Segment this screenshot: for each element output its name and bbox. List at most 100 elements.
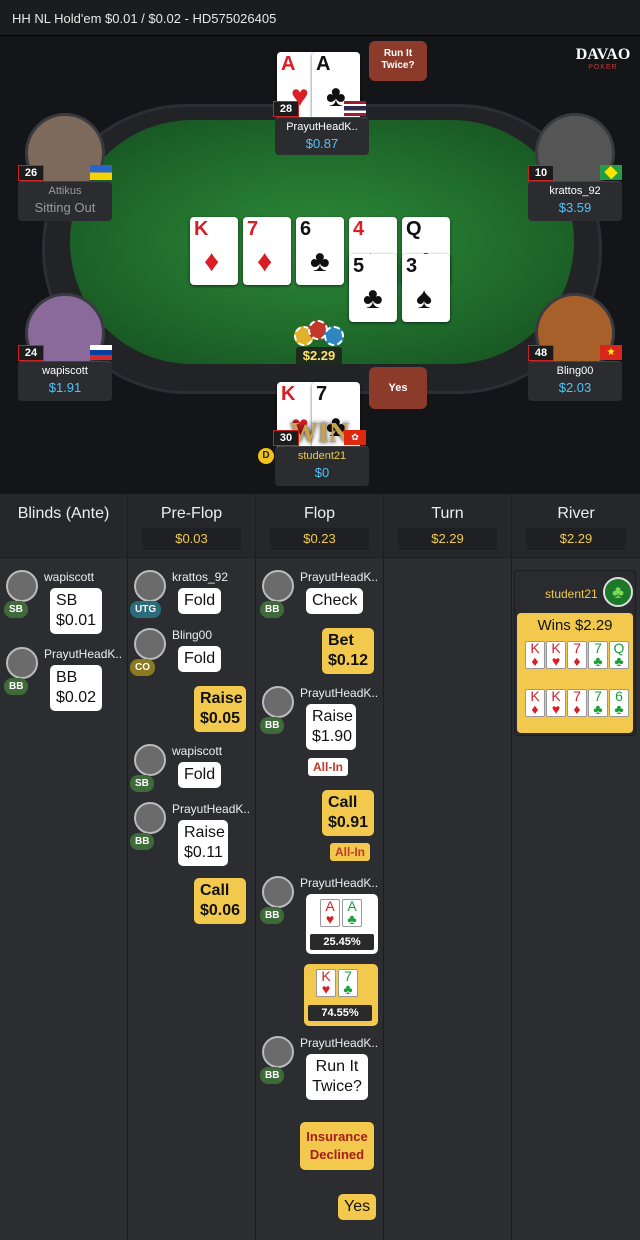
player-plate-bling[interactable]: Bling00 $2.03 <box>528 361 622 401</box>
history-avatar <box>134 802 166 834</box>
player-plate-student[interactable]: student21 $0 <box>275 446 369 486</box>
hero-action-bubble: Call $0.91 <box>322 790 374 836</box>
history-avatar <box>262 876 294 908</box>
mini-card-ace-hearts: A ♥ <box>320 899 340 927</box>
slovenia-flag-icon <box>90 345 112 360</box>
level-badge-wapiscott: 24 <box>18 345 44 361</box>
history-avatar <box>6 570 38 602</box>
history-player-name: Bling00 <box>172 628 213 642</box>
all-in-tag: All-In <box>308 758 348 776</box>
history-avatar <box>262 1036 294 1068</box>
wins-amount: Wins $2.29 <box>537 617 613 634</box>
all-in-tag: All-In <box>330 843 370 861</box>
action-bubble: Fold <box>178 588 222 614</box>
mini-card-seven-clubs: 7 ♣ <box>338 969 358 997</box>
level-badge-prayut: 28 <box>273 101 299 117</box>
hero-yes-bubble: Yes <box>338 1194 377 1220</box>
winner-name: student21 <box>545 587 598 601</box>
action-bubble: BB $0.02 <box>50 665 102 711</box>
mini-card: K ♥ <box>546 689 566 717</box>
position-badge: SB <box>4 601 28 618</box>
vietnam-flag-icon: ★ <box>600 345 622 360</box>
history-player-name: PrayutHeadK.. <box>300 686 379 700</box>
player-plate-attikus[interactable]: Attikus Sitting Out <box>18 181 112 221</box>
column-pot: $0.23 <box>270 528 369 550</box>
level-badge-attikus: 26 <box>18 165 44 181</box>
position-badge: CO <box>130 659 155 676</box>
position-badge: BB <box>260 601 285 618</box>
player-plate-prayut[interactable]: PrayutHeadK.. $0.87 <box>275 117 369 155</box>
mini-card: K ♦ <box>525 689 545 717</box>
position-badge: BB <box>260 907 285 924</box>
action-bubble: Check <box>306 588 364 614</box>
column-pot: $0.03 <box>142 528 241 550</box>
position-badge: BB <box>260 1067 285 1084</box>
player-status: Sitting Out <box>34 200 96 215</box>
history-player-name: PrayutHeadK.. <box>300 570 379 584</box>
history-player-name: PrayutHeadK.. <box>172 802 251 816</box>
history-player-name: wapiscott <box>44 570 95 584</box>
position-badge: UTG <box>130 601 162 618</box>
level-badge-krattos: 10 <box>528 165 554 181</box>
thailand-flag-icon <box>344 101 366 116</box>
history-avatar <box>134 628 166 660</box>
equity-percent: 74.55% <box>308 1005 372 1021</box>
run-it-twice-bubble: Run It Twice? <box>369 41 427 81</box>
history-player-name: krattos_92 <box>172 570 229 584</box>
winner-panel: student21 ♣ Wins $2.29 K ♦ K ♥ 7 ♦ 7 ♣ Q ♣ K ♦ K ♥ 7 ♦… <box>514 570 636 736</box>
history-player-name: wapiscott <box>172 744 223 758</box>
player-plate-wapiscott[interactable]: wapiscott $1.91 <box>18 361 112 401</box>
pot-chips-icon <box>290 316 350 350</box>
history-avatar <box>134 744 166 776</box>
mini-card: K ♦ <box>525 641 545 669</box>
logo-bottom-text: POKER <box>588 64 618 71</box>
player-stack: $0.87 <box>305 136 339 151</box>
ukraine-flag-icon <box>90 165 112 180</box>
equity-percent: 25.45% <box>310 934 374 950</box>
player-plate-krattos[interactable]: krattos_92 $3.59 <box>528 181 622 221</box>
board-card-6: 5 ♣ <box>349 254 397 322</box>
hero-action-bubble: Bet $0.12 <box>322 628 374 674</box>
action-bubble: Fold <box>178 646 222 672</box>
mini-card-king-hearts: K ♥ <box>316 969 336 997</box>
action-bubble: Run It Twice? <box>306 1054 368 1100</box>
action-bubble: Fold <box>178 762 222 788</box>
board-card-1: K ♦ <box>190 217 238 285</box>
mini-card: 7 ♣ <box>588 689 608 717</box>
player-name: wapiscott <box>42 365 88 377</box>
mini-card: Q ♣ <box>609 641 629 669</box>
board-card-2: 7 ♦ <box>243 217 291 285</box>
brazil-flag-icon <box>600 165 622 180</box>
position-badge: BB <box>260 717 285 734</box>
davao-poker-logo: DAVAO POKER <box>575 46 631 74</box>
yes-bubble: Yes <box>369 367 427 409</box>
title-bar: HH NL Hold'em $0.01 / $0.02 - HD57502640… <box>0 0 640 36</box>
hand-title: HH NL Hold'em $0.01 / $0.02 - HD57502640… <box>12 11 277 26</box>
board-card-3: 6 ♣ <box>296 217 344 285</box>
column-title: River <box>557 505 595 522</box>
history-player-name: PrayutHeadK.. <box>300 1036 379 1050</box>
player-name: krattos_92 <box>549 185 601 197</box>
logo-top-text: DAVAO <box>575 46 631 63</box>
column-title: Turn <box>431 505 464 522</box>
player-name: Bling00 <box>556 365 594 377</box>
player-name: student21 <box>297 450 347 462</box>
column-pot: $2.29 <box>526 528 626 550</box>
player-stack: $2.03 <box>558 380 592 395</box>
level-badge-student: 30 <box>273 430 299 446</box>
mini-card: 7 ♦ <box>567 689 587 717</box>
clover-avatar-icon: ♣ <box>603 577 633 607</box>
mini-card: 6 ♣ <box>609 689 629 717</box>
history-avatar <box>134 570 166 602</box>
player-stack: $1.91 <box>48 380 82 395</box>
pot-amount: $2.29 <box>296 347 342 365</box>
player-name: PrayutHeadK.. <box>286 121 358 133</box>
history-avatar <box>262 686 294 718</box>
player-stack: $0 <box>314 465 330 480</box>
column-title: Pre-Flop <box>160 505 223 522</box>
column-turn: Turn $2.29 <box>384 494 512 1240</box>
player-name: Attikus <box>48 185 82 197</box>
mini-card: 7 ♦ <box>567 641 587 669</box>
column-title: Flop <box>303 505 336 522</box>
column-title: Blinds (Ante) <box>17 505 110 522</box>
